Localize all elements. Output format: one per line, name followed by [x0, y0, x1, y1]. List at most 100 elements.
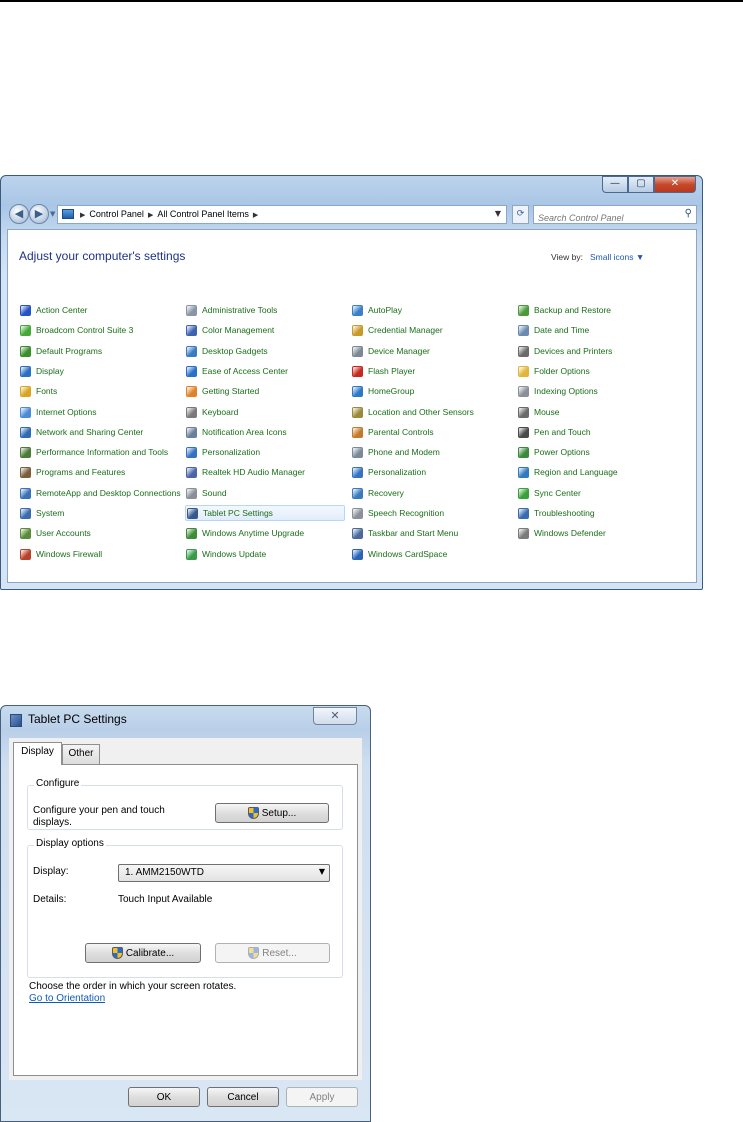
cp-item-label: Fonts	[36, 386, 58, 396]
speech-icon	[352, 507, 363, 519]
tablet-icon	[187, 507, 198, 519]
view-by-label: View by:	[551, 252, 583, 262]
cp-item-label: Phone and Modem	[368, 447, 440, 457]
cp-item[interactable]: Indexing Options	[517, 383, 598, 399]
tab-other[interactable]: Other	[62, 744, 100, 764]
cp-item[interactable]: Flash Player	[351, 363, 415, 379]
cp-item[interactable]: Devices and Printers	[517, 343, 612, 359]
cp-item-label: Display	[36, 366, 64, 376]
cp-item[interactable]: Display	[19, 363, 64, 379]
cp-item-label: Programs and Features	[36, 467, 126, 477]
breadcrumb-all-items[interactable]: All Control Panel Items	[157, 209, 249, 219]
cp-item[interactable]: Ease of Access Center	[185, 363, 288, 379]
search-input[interactable]	[538, 210, 676, 226]
cp-item[interactable]: Parental Controls	[351, 424, 434, 440]
recent-pages-dropdown[interactable]: ▼	[50, 210, 55, 218]
cp-item[interactable]: Notification Area Icons	[185, 424, 287, 440]
cp-item[interactable]: Color Management	[185, 322, 274, 338]
display-select[interactable]: 1. AMM2150WTD ▼	[118, 864, 330, 882]
cp-item[interactable]: Windows Firewall	[19, 546, 102, 562]
cp-item[interactable]: Default Programs	[19, 343, 102, 359]
cp-item[interactable]: Device Manager	[351, 343, 430, 359]
cp-item[interactable]: Location and Other Sensors	[351, 404, 474, 420]
dialog-body: Display Other Configure Configure your p…	[9, 738, 362, 1080]
uac-shield-icon	[248, 947, 260, 959]
cp-item[interactable]: Network and Sharing Center	[19, 424, 143, 440]
cp-item[interactable]: Broadcom Control Suite 3	[19, 322, 133, 338]
cp-item[interactable]: Tablet PC Settings	[185, 505, 345, 521]
cp-item[interactable]: Getting Started	[185, 383, 259, 399]
breadcrumb-separator[interactable]: ▶	[148, 212, 153, 219]
cancel-button[interactable]: Cancel	[207, 1087, 279, 1107]
performance-icon	[20, 446, 31, 458]
refresh-button[interactable]: ⟳	[512, 205, 529, 224]
breadcrumb-separator[interactable]: ▶	[253, 212, 258, 219]
tab-display[interactable]: Display	[13, 742, 62, 765]
dialog-close-button[interactable]: ✕	[313, 707, 357, 725]
cp-item[interactable]: Desktop Gadgets	[185, 343, 268, 359]
breadcrumb-separator[interactable]: ▶	[80, 212, 85, 219]
cp-item[interactable]: Troubleshooting	[517, 505, 595, 521]
cp-item[interactable]: Date and Time	[517, 322, 589, 338]
address-bar[interactable]: ▶ Control Panel ▶ All Control Panel Items ▶ …	[57, 205, 507, 224]
cp-item[interactable]: Credential Manager	[351, 322, 443, 338]
cp-item[interactable]: AutoPlay	[351, 302, 402, 318]
view-by-dropdown[interactable]: Small icons ▼	[590, 252, 644, 262]
forward-button[interactable]: ▶	[29, 204, 49, 224]
device-manager-icon	[352, 345, 363, 357]
cp-item-label: Sound	[202, 488, 227, 498]
cp-item[interactable]: Recovery	[351, 485, 404, 501]
maximize-button[interactable]: ▢	[628, 176, 654, 193]
cp-item[interactable]: Phone and Modem	[351, 444, 440, 460]
calibrate-button[interactable]: Calibrate...	[85, 943, 201, 963]
cp-item-label: Default Programs	[36, 346, 103, 356]
cp-item[interactable]: Personalization	[351, 464, 426, 480]
back-button[interactable]: ◀	[9, 204, 29, 224]
cp-item[interactable]: Windows Defender	[517, 525, 606, 541]
apply-button[interactable]: Apply	[286, 1087, 358, 1107]
cp-item[interactable]: Mouse	[517, 404, 560, 420]
calibrate-button-label: Calibrate...	[125, 947, 175, 959]
reset-button[interactable]: Reset...	[215, 943, 330, 963]
cp-item[interactable]: Speech Recognition	[351, 505, 444, 521]
cp-item[interactable]: Programs and Features	[19, 464, 125, 480]
cp-item[interactable]: Folder Options	[517, 363, 590, 379]
window-caption-buttons: — ▢ ✕	[602, 176, 696, 193]
address-dropdown-icon[interactable]: ▼	[495, 209, 501, 218]
cp-item[interactable]: Internet Options	[19, 404, 96, 420]
cp-item[interactable]: Action Center	[19, 302, 88, 318]
ok-button[interactable]: OK	[128, 1087, 200, 1107]
cp-item[interactable]: Fonts	[19, 383, 57, 399]
cp-item[interactable]: Sound	[185, 485, 227, 501]
cp-item[interactable]: Windows Update	[185, 546, 266, 562]
cp-item[interactable]: Personalization	[185, 444, 260, 460]
cp-item[interactable]: HomeGroup	[351, 383, 414, 399]
cp-item[interactable]: Sync Center	[517, 485, 581, 501]
minimize-button[interactable]: —	[602, 176, 628, 193]
cp-item[interactable]: Windows CardSpace	[351, 546, 447, 562]
close-button[interactable]: ✕	[654, 176, 696, 193]
cp-item[interactable]: Backup and Restore	[517, 302, 611, 318]
cp-item-label: Tablet PC Settings	[203, 508, 273, 518]
cp-item[interactable]: Keyboard	[185, 404, 238, 420]
cp-item-label: Indexing Options	[534, 386, 598, 396]
cp-item[interactable]: User Accounts	[19, 525, 91, 541]
realtek-icon	[186, 466, 197, 478]
cp-item[interactable]: System	[19, 505, 64, 521]
cp-item[interactable]: RemoteApp and Desktop Connections	[19, 485, 181, 501]
cp-item-label: HomeGroup	[368, 386, 415, 396]
setup-button[interactable]: Setup...	[215, 803, 329, 823]
search-icon[interactable]: ⚲	[685, 208, 692, 219]
cp-item[interactable]: Performance Information and Tools	[19, 444, 168, 460]
breadcrumb-control-panel[interactable]: Control Panel	[89, 209, 144, 219]
programs-icon	[20, 466, 31, 478]
cp-item[interactable]: Administrative Tools	[185, 302, 277, 318]
folder-icon	[518, 365, 529, 377]
cp-item[interactable]: Realtek HD Audio Manager	[185, 464, 305, 480]
cp-item[interactable]: Region and Language	[517, 464, 618, 480]
go-to-orientation-link[interactable]: Go to Orientation	[29, 993, 105, 1004]
cp-item[interactable]: Taskbar and Start Menu	[351, 525, 458, 541]
cp-item[interactable]: Pen and Touch	[517, 424, 591, 440]
cp-item[interactable]: Power Options	[517, 444, 590, 460]
cp-item[interactable]: Windows Anytime Upgrade	[185, 525, 304, 541]
